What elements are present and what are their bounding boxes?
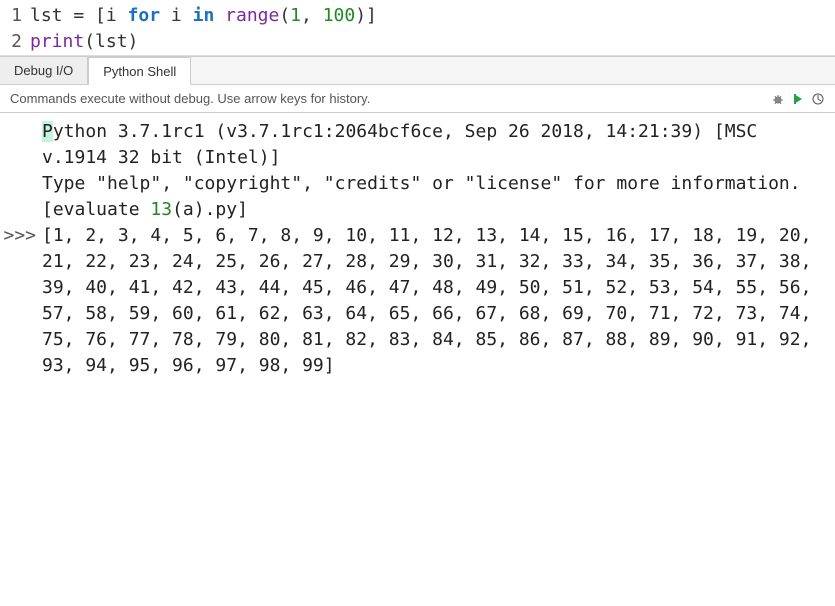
code-line[interactable]: print(lst) (30, 29, 835, 55)
shell-output[interactable]: Python 3.7.1rc1 (v3.7.1rc1:2064bcf6ce, S… (42, 119, 835, 379)
punct: )] (355, 5, 377, 26)
debug-toggle-icon[interactable] (791, 92, 805, 106)
shell-command: [evaluate 13(a).py] (42, 197, 831, 223)
code-line[interactable]: lst = [i for i in range(1, 100)] (30, 3, 835, 29)
shell-banner: Type "help", "copyright", "credits" or "… (42, 171, 831, 197)
code-editor[interactable]: 1 2 lst = [i for i in range(1, 100)]prin… (0, 0, 835, 56)
number: 1 (290, 5, 301, 26)
identifier: lst (95, 31, 128, 52)
shell-result: [1, 2, 3, 4, 5, 6, 7, 8, 9, 10, 11, 12, … (42, 223, 831, 379)
prompt: >>> (0, 223, 36, 249)
identifier: i (106, 5, 117, 26)
keyword: for (128, 5, 161, 26)
identifier: i (171, 5, 182, 26)
code-content[interactable]: lst = [i for i in range(1, 100)]print(ls… (30, 0, 835, 55)
line-number: 1 (0, 3, 22, 29)
identifier: lst (30, 5, 63, 26)
tab-debug-io[interactable]: Debug I/O (0, 57, 88, 84)
punct: ( (279, 5, 290, 26)
punct: , (301, 5, 323, 26)
output-tabs: Debug I/O Python Shell (0, 56, 835, 85)
punct: ) (128, 31, 139, 52)
shell-banner: Python 3.7.1rc1 (v3.7.1rc1:2064bcf6ce, S… (42, 119, 831, 171)
options-icon[interactable] (811, 92, 825, 106)
cursor-highlight: P (42, 121, 53, 142)
builtin: range (225, 5, 279, 26)
builtin: print (30, 31, 84, 52)
python-shell[interactable]: >>> Python 3.7.1rc1 (v3.7.1rc1:2064bcf6c… (0, 113, 835, 379)
keyword: in (193, 5, 215, 26)
line-number: 2 (0, 29, 22, 55)
bug-icon[interactable] (771, 92, 785, 106)
line-gutter: 1 2 (0, 0, 30, 55)
punct: ( (84, 31, 95, 52)
shell-hint: Commands execute without debug. Use arro… (10, 91, 370, 106)
shell-infobar: Commands execute without debug. Use arro… (0, 85, 835, 113)
number: 100 (323, 5, 356, 26)
operator: = [ (63, 5, 106, 26)
tab-python-shell[interactable]: Python Shell (88, 57, 191, 85)
shell-gutter: >>> (0, 119, 42, 379)
